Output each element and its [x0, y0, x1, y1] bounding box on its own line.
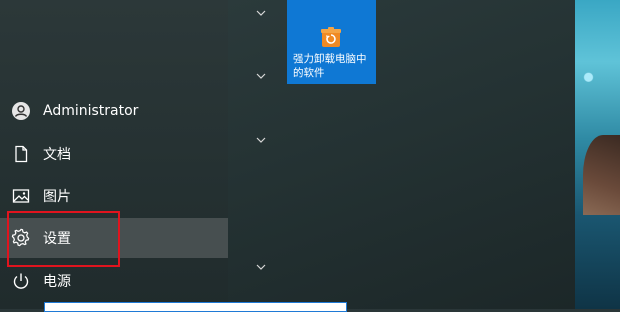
nav-item-pictures[interactable]: 图片 [0, 176, 228, 216]
nav-item-user[interactable]: Administrator [0, 91, 228, 131]
user-avatar-icon [11, 101, 31, 121]
settings-highlight-annotation [7, 211, 120, 267]
chevron-down-icon[interactable] [255, 9, 267, 17]
tiles-pane [228, 0, 575, 309]
picture-icon [11, 186, 31, 206]
start-menu-nav-pane: Administrator 文档 图片 设置 电源 [0, 0, 228, 309]
power-icon [11, 271, 31, 291]
chevron-down-icon[interactable] [255, 72, 267, 80]
uninstaller-app-icon [319, 25, 343, 49]
nav-item-documents-label: 文档 [43, 147, 71, 163]
app-tile-uninstaller-label: 强力卸载电脑中的软件 [293, 53, 367, 79]
nav-item-pictures-label: 图片 [43, 189, 71, 205]
app-tile-uninstaller[interactable]: 强力卸载电脑中的软件 [287, 0, 376, 84]
nav-item-documents[interactable]: 文档 [0, 134, 228, 174]
chevron-down-icon[interactable] [255, 136, 267, 144]
desktop-wallpaper [575, 0, 620, 309]
search-input[interactable] [44, 302, 347, 312]
nav-item-power-label: 电源 [43, 274, 71, 290]
nav-item-power[interactable]: 电源 [0, 261, 228, 301]
document-icon [11, 144, 31, 164]
wallpaper-figure [583, 135, 620, 215]
chevron-down-icon[interactable] [255, 263, 267, 271]
nav-item-user-label: Administrator [43, 103, 139, 119]
